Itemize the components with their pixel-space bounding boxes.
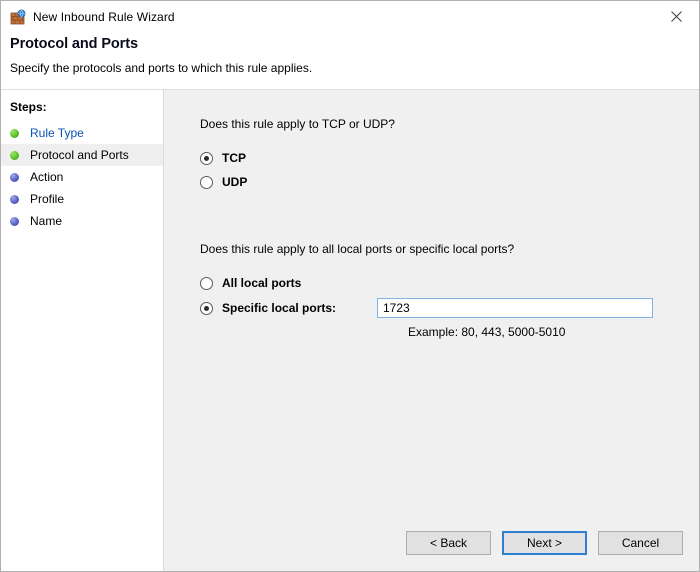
sidebar-item-label: Profile <box>30 192 65 206</box>
radio-all-local-ports-label: All local ports <box>222 276 302 290</box>
radio-udp[interactable] <box>200 175 213 189</box>
sidebar-item-label: Name <box>30 214 63 228</box>
radio-all-local-ports[interactable] <box>200 276 213 290</box>
sidebar-item-action[interactable]: Action <box>1 166 163 188</box>
title-bar: New Inbound Rule Wizard <box>1 1 699 32</box>
radio-udp-label: UDP <box>222 175 248 189</box>
firewall-globe-icon <box>10 9 26 25</box>
wizard-body: Steps: Rule Type Protocol and Ports Acti… <box>1 90 699 571</box>
next-button[interactable]: Next > <box>502 531 587 555</box>
close-icon[interactable] <box>654 1 699 31</box>
sidebar-item-profile[interactable]: Profile <box>1 188 163 210</box>
step-bullet-icon <box>10 172 19 182</box>
new-inbound-rule-wizard-window: New Inbound Rule Wizard Protocol and Por… <box>0 0 700 572</box>
radio-specific-local-ports[interactable] <box>200 301 213 315</box>
button-bar: < Back Next > Cancel <box>164 513 699 571</box>
radio-specific-local-ports-label: Specific local ports: <box>222 301 337 315</box>
cancel-button[interactable]: Cancel <box>598 531 683 555</box>
step-bullet-icon <box>10 216 19 226</box>
protocol-question: Does this rule apply to TCP or UDP? <box>200 117 395 131</box>
sidebar-item-label: Rule Type <box>30 126 84 140</box>
radio-option-specific-local-ports[interactable]: Specific local ports: <box>200 296 699 320</box>
page-subtitle: Specify the protocols and ports to which… <box>10 61 313 75</box>
step-bullet-icon <box>10 150 19 160</box>
sidebar-item-label: Action <box>30 170 64 184</box>
sidebar-item-label: Protocol and Ports <box>30 148 129 162</box>
sidebar-item-rule-type[interactable]: Rule Type <box>1 122 163 144</box>
sidebar-item-name[interactable]: Name <box>1 210 163 232</box>
ports-example-text: Example: 80, 443, 5000-5010 <box>408 325 566 339</box>
page-header: Protocol and Ports Specify the protocols… <box>1 32 699 89</box>
radio-tcp-label: TCP <box>222 151 246 165</box>
step-bullet-icon <box>10 194 19 204</box>
step-bullet-icon <box>10 128 19 138</box>
steps-sidebar: Steps: Rule Type Protocol and Ports Acti… <box>1 90 164 571</box>
content-panel: Does this rule apply to TCP or UDP? TCP … <box>164 90 699 571</box>
radio-option-tcp[interactable]: TCP <box>200 147 699 169</box>
specific-ports-input[interactable] <box>377 298 653 318</box>
radio-option-all-local-ports[interactable]: All local ports <box>200 272 699 294</box>
steps-label: Steps: <box>10 100 47 114</box>
page-title: Protocol and Ports <box>10 36 138 52</box>
window-title: New Inbound Rule Wizard <box>33 9 175 24</box>
radio-option-udp[interactable]: UDP <box>200 171 699 193</box>
back-button[interactable]: < Back <box>406 531 491 555</box>
radio-tcp[interactable] <box>200 151 213 165</box>
sidebar-item-protocol-and-ports[interactable]: Protocol and Ports <box>1 144 163 166</box>
ports-question: Does this rule apply to all local ports … <box>200 242 515 256</box>
